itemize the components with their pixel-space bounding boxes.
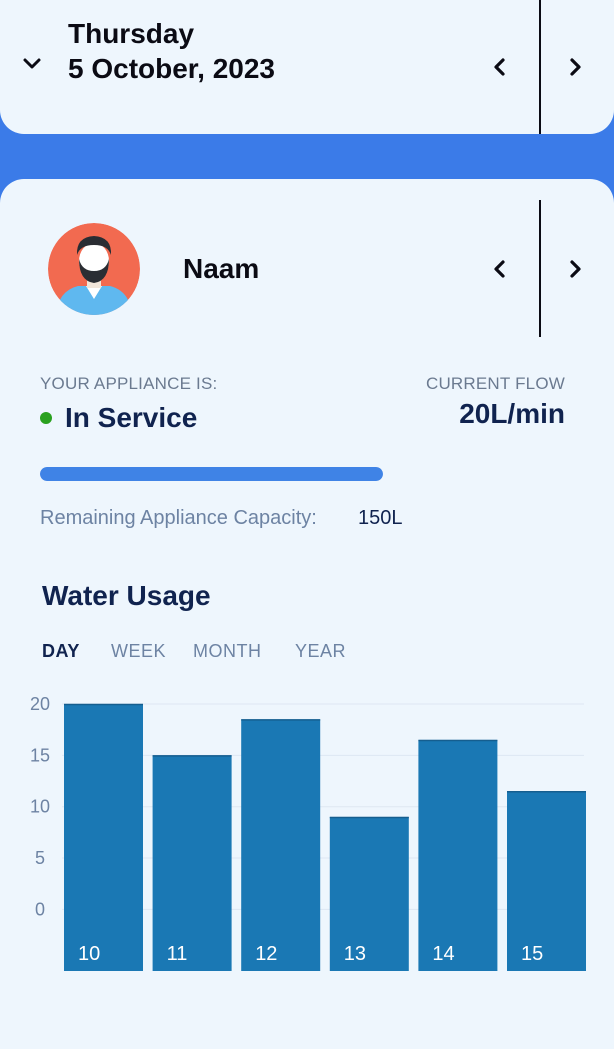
bar-13 — [329, 816, 409, 971]
bar-11 — [152, 755, 232, 971]
water-usage-chart: 20 15 10 5 0 10 11 12 13 14 15 — [30, 694, 586, 971]
next-date-button[interactable] — [563, 55, 587, 79]
y-tick-label: 0 — [35, 899, 45, 919]
appliance-status-label: YOUR APPLIANCE IS: — [40, 374, 218, 393]
capacity-label: Remaining Appliance Capacity: — [40, 507, 317, 529]
y-tick-label: 5 — [35, 848, 45, 868]
bar-12 — [241, 719, 321, 971]
current-date: 5 October, 2023 — [68, 53, 276, 84]
date-header-card: Thursday 5 October, 2023 — [0, 0, 614, 134]
next-user-button[interactable] — [563, 257, 587, 281]
status-dot-icon — [40, 412, 52, 424]
x-category-label: 13 — [344, 943, 366, 965]
bar-10 — [64, 704, 143, 971]
x-category-label: 14 — [432, 943, 454, 965]
y-tick-label: 20 — [30, 694, 50, 714]
water-usage-title: Water Usage — [42, 580, 211, 611]
x-category-label: 15 — [521, 943, 543, 965]
user-name: Naam — [183, 253, 260, 284]
capacity-value: 150L — [358, 507, 403, 529]
tab-day[interactable]: DAY — [42, 641, 80, 662]
x-category-label: 10 — [78, 943, 100, 965]
tab-year[interactable]: YEAR — [295, 641, 346, 662]
avatar — [48, 223, 140, 315]
y-tick-label: 15 — [30, 745, 50, 765]
tab-week[interactable]: WEEK — [111, 641, 166, 662]
bar-15 — [507, 791, 586, 971]
nav-divider — [539, 0, 541, 134]
previous-user-button[interactable] — [488, 257, 512, 281]
capacity-progress-bar — [40, 467, 383, 481]
bar-14 — [418, 739, 498, 971]
capacity-progress-fill — [40, 467, 383, 481]
chevron-down-icon[interactable] — [22, 54, 42, 74]
x-category-label: 11 — [167, 943, 188, 965]
appliance-status: In Service — [40, 402, 197, 434]
y-tick-label: 10 — [30, 797, 50, 817]
status-text: In Service — [65, 402, 198, 433]
x-category-label: 12 — [255, 943, 277, 965]
current-flow-value: 20L/min — [459, 398, 565, 429]
user-nav-divider — [539, 200, 541, 337]
previous-date-button[interactable] — [488, 55, 512, 79]
day-name: Thursday — [68, 18, 195, 49]
tab-month[interactable]: MONTH — [193, 641, 262, 662]
current-flow-label: CURRENT FLOW — [425, 374, 565, 393]
